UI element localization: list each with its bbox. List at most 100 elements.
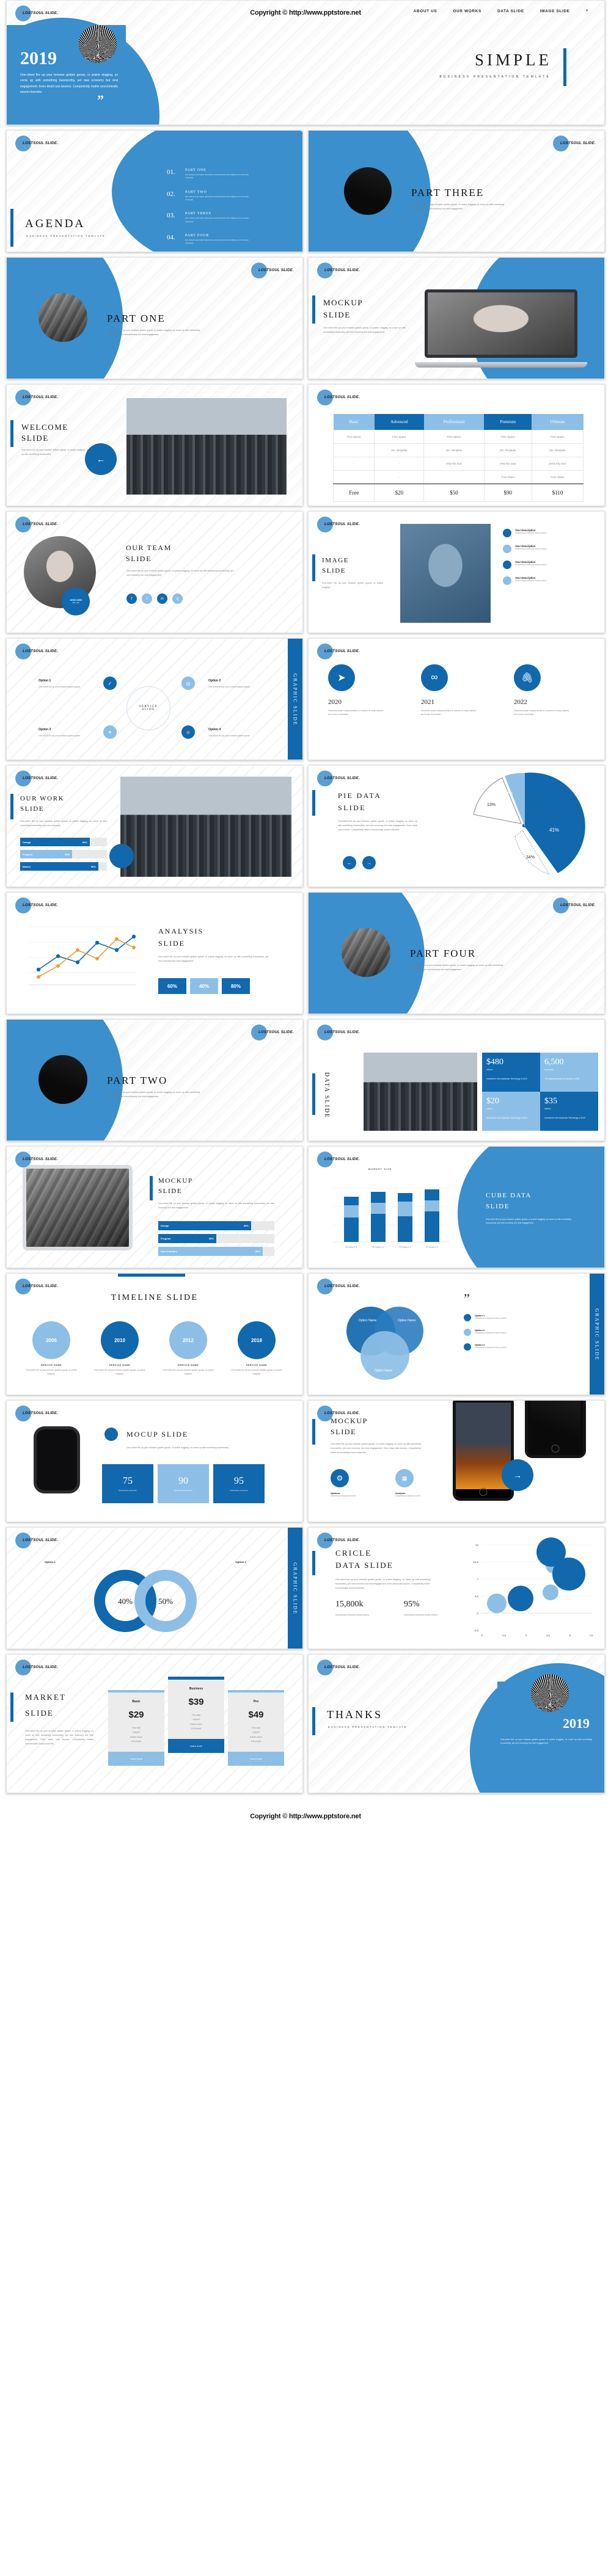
slide-circle-data[interactable]: LOSTSOUL SLIDE. CRICLE DATA SLIDE One-sh…	[308, 1527, 605, 1649]
list-item[interactable]: Your Description Seamlessly enterprise t…	[503, 545, 588, 553]
agenda-item[interactable]: 01. PART ONE quis nostrud exerci tation …	[167, 169, 249, 180]
slide-venn-graphic[interactable]: LOSTSOUL SLIDE. Option Name Option Name …	[308, 1273, 605, 1395]
plan-card[interactable]: Basic $29 Free data support feature name…	[108, 1690, 164, 1766]
agenda-item[interactable]: 03. PART THREE quis nostrud exerci tatio…	[167, 212, 249, 223]
slide-analysis[interactable]: LOSTSOUL SLIDE. ANALYSIS SLIDE One-sheet…	[6, 892, 303, 1014]
svg-text:6: 6	[569, 1634, 571, 1637]
pie-prev-button[interactable]: ←	[343, 856, 356, 869]
feature-item[interactable]: ⚙ Options Seamlessly enterprise before.	[331, 1469, 368, 1498]
table-cell: -	[423, 470, 485, 484]
data-cell-desc: +20 cryptocurrencies 1st version in 2015	[544, 1078, 580, 1080]
slide-mockup-laptop[interactable]: LOSTSOUL SLIDE. MOCKUP SLIDE One-sheet f…	[308, 257, 605, 379]
slide-agenda[interactable]: LOSTSOUL SLIDE. AGENDA BUSINESS PRESENTA…	[6, 130, 303, 252]
logo-text: LOSTSOUL SLIDE.	[23, 523, 59, 526]
list-item[interactable]: Option 2 Seamlessly enterprise timely ve…	[464, 1329, 542, 1336]
brand-logo: LOSTSOUL SLIDE.	[317, 644, 360, 659]
list-item[interactable]: Your Description Seamlessly enterprise t…	[503, 529, 588, 537]
social-google-icon[interactable]: g	[172, 593, 183, 604]
social-twitter-icon[interactable]: t	[142, 593, 152, 604]
brand-logo: LOSTSOUL SLIDE.	[552, 898, 596, 913]
team-title-2: SLIDE	[126, 554, 152, 563]
year-card[interactable]: ➤ 2020 Geometry arose independently in a…	[328, 664, 394, 716]
data-cell-value: $20	[486, 1097, 499, 1106]
list-item[interactable]: Your Description Seamlessly enterprise t…	[503, 561, 588, 569]
service-node-4-icon[interactable]: ☺	[181, 725, 195, 739]
timeline-step[interactable]: 2006 SERVICE NAME One-sheet fire up your…	[23, 1321, 80, 1376]
nav-item-image-slide[interactable]: IMAGE SLIDE	[540, 9, 570, 13]
timeline-step-desc: One-sheet fire up your browser golden go…	[231, 1369, 282, 1376]
plan-card[interactable]: Business $39 Free data support feature n…	[168, 1677, 224, 1753]
part-three-title: PART THREE	[411, 187, 485, 198]
market-title-1: MARKET	[25, 1693, 66, 1702]
hero-book-photo	[79, 25, 117, 63]
svg-text:4.5: 4.5	[546, 1634, 551, 1637]
svg-text:13%: 13%	[487, 803, 496, 807]
slide-image[interactable]: LOSTSOUL SLIDE. IMAGE SLIDE One-sheet fi…	[308, 511, 605, 633]
social-facebook-icon[interactable]: f	[126, 593, 137, 604]
slide-watch-mockup[interactable]: LOSTSOUL SLIDE. MOCUP SLIDE One-sheet fi…	[6, 1400, 303, 1522]
year-card[interactable]: ∞ 2021 Geometry arose independently in a…	[421, 664, 487, 716]
circle-data-kpis: 15,800k Seamlessly enterprise timely vec…	[335, 1600, 439, 1617]
agenda-item[interactable]: 02. PART TWO quis nostrud exerci tation …	[167, 190, 249, 202]
nav-item-about-us[interactable]: ABOUT US	[414, 9, 437, 13]
brand-logo: LOSTSOUL SLIDE.	[15, 1279, 58, 1294]
feature-item[interactable]: ▦ Analysis Seamlessly enterprise before.	[395, 1469, 433, 1498]
plan-cta-button[interactable]: Learn more	[228, 1751, 284, 1766]
agenda-item-number: 04.	[167, 233, 175, 241]
service-node-2-icon[interactable]: ◎	[181, 677, 195, 690]
slide-data[interactable]: LOSTSOUL SLIDE. DATA SLIDE $480 millions…	[308, 1019, 605, 1141]
service-node-1-icon[interactable]: ✓	[103, 677, 117, 690]
slide-service-options[interactable]: LOSTSOUL SLIDE. SERVICE SLIDE ✓ ◎ ✦ ☺ Op…	[6, 638, 303, 760]
legend-desc: Seamlessly enterprise timely vectors.	[475, 1332, 507, 1334]
timeline-step[interactable]: 2012 SERVICE NAME One-sheet fire up your…	[159, 1321, 217, 1376]
nav-item-our-works[interactable]: OUR WORKS	[453, 9, 481, 13]
slide-pricing-table[interactable]: LOSTSOUL SLIDE. Basic Advenced Professio…	[308, 384, 605, 506]
social-linkedin-icon[interactable]: in	[157, 593, 167, 604]
slide-icon-years[interactable]: LOSTSOUL SLIDE. ➤ 2020 Geometry arose in…	[308, 638, 605, 760]
nav-item-data-slide[interactable]: DATA SLIDE	[497, 9, 524, 13]
svg-text:3.5: 3.5	[475, 1595, 479, 1598]
social-links[interactable]: f t in g	[126, 593, 183, 604]
slide-donut-graphic[interactable]: LOSTSOUL SLIDE. Option 1 Option 2 40% 50…	[6, 1527, 303, 1649]
slide-welcome[interactable]: LOSTSOUL SLIDE. WELCOME SLIDE One-sheet …	[6, 384, 303, 506]
slide-timeline[interactable]: LOSTSOUL SLIDE. TIMELINE SLIDE 2006 SERV…	[6, 1273, 303, 1395]
kpi-card: 95 Seamlessly enterprise	[213, 1464, 265, 1503]
slide-our-work[interactable]: LOSTSOUL SLIDE. OUR WORK SLIDE One-sheet…	[6, 765, 303, 887]
slide-thanks[interactable]: LOSTSOUL SLIDE. THANKS BUSINESS PRESENTA…	[308, 1654, 605, 1793]
slide-part-two[interactable]: LOSTSOUL SLIDE. PART TWO One-sheet fire …	[6, 1019, 303, 1141]
pie-next-button[interactable]: →	[362, 856, 376, 869]
brand-logo: LOSTSOUL SLIDE.	[251, 1025, 294, 1040]
slide-part-one[interactable]: LOSTSOUL SLIDE. PART ONE One-sheet fire …	[6, 257, 303, 379]
timeline-step[interactable]: 2010 SERVICE NAME One-sheet fire up your…	[91, 1321, 148, 1376]
welcome-arrow-button[interactable]: ←	[85, 443, 117, 475]
logo-text: LOSTSOUL SLIDE.	[258, 1031, 294, 1034]
phone-next-button[interactable]: →	[502, 1459, 533, 1491]
slide-mockup-tablet[interactable]: LOSTSOUL SLIDE. MOCKUP SLIDE One-sheet f…	[6, 1146, 303, 1268]
slide-our-team[interactable]: LOSTSOUL SLIDE. JOHN DOEN ART LEE OUR TE…	[6, 511, 303, 633]
timeline-step[interactable]: 2018 SERVICE NAME One-sheet fire up your…	[228, 1321, 285, 1376]
top-navigation[interactable]: ABOUT US OUR WORKS DATA SLIDE IMAGE SLID…	[414, 8, 588, 14]
circle-data-body: One-sheet fire up your browser golden go…	[335, 1578, 430, 1589]
plan-cta-button[interactable]: Learn more	[108, 1751, 164, 1766]
slide-cube-data[interactable]: LOSTSOUL SLIDE. MARKET SIZE Product 1 Pro…	[308, 1146, 605, 1268]
timeline-step-year: 2018	[238, 1321, 276, 1359]
plus-icon[interactable]: +	[586, 8, 588, 14]
slide-part-four[interactable]: LOSTSOUL SLIDE. PART FOUR One-sheet fire…	[308, 892, 605, 1014]
list-item[interactable]: Option 3 Seamlessly enterprise timely ve…	[464, 1343, 542, 1351]
slide-pie-data[interactable]: LOSTSOUL SLIDE. PIE DATA SLIDE One-sheet…	[308, 765, 605, 887]
plan-card[interactable]: Pro $49 Free data support feature name 1…	[228, 1690, 284, 1766]
slide-market[interactable]: LOSTSOUL SLIDE. MARKET SLIDE One-sheet f…	[6, 1654, 303, 1793]
plan-cta-button[interactable]: Learn more	[168, 1738, 224, 1753]
list-item[interactable]: Option 1 Seamlessly enterprise timely ve…	[464, 1314, 542, 1321]
slide-hero[interactable]: LOSTSOUL SLIDE. ABOUT US OUR WORKS DATA …	[6, 0, 605, 125]
slide-phone-mockup[interactable]: LOSTSOUL SLIDE. MOCKUP SLIDE One-sheet f…	[308, 1400, 605, 1522]
list-item[interactable]: Your Description Seamlessly enterprise t…	[503, 576, 588, 585]
service-node-3-icon[interactable]: ✦	[103, 725, 117, 739]
kpi-desc: Seamlessly enterprise timely vectors.	[404, 1614, 438, 1616]
agenda-item[interactable]: 04. PART FOUR quis nostrud exerci tation…	[167, 234, 249, 245]
team-member-badge: JOHN DOEN ART LEE	[62, 587, 90, 615]
pie-body: One-sheet fire up your browser golden go…	[338, 820, 417, 831]
year-card[interactable]: 🖇 2022 Geometry arose independently in a…	[514, 664, 580, 716]
slide-part-three[interactable]: LOSTSOUL SLIDE. PART THREE One-sheet fir…	[308, 130, 605, 252]
logo-text: LOSTSOUL SLIDE.	[23, 1158, 59, 1161]
